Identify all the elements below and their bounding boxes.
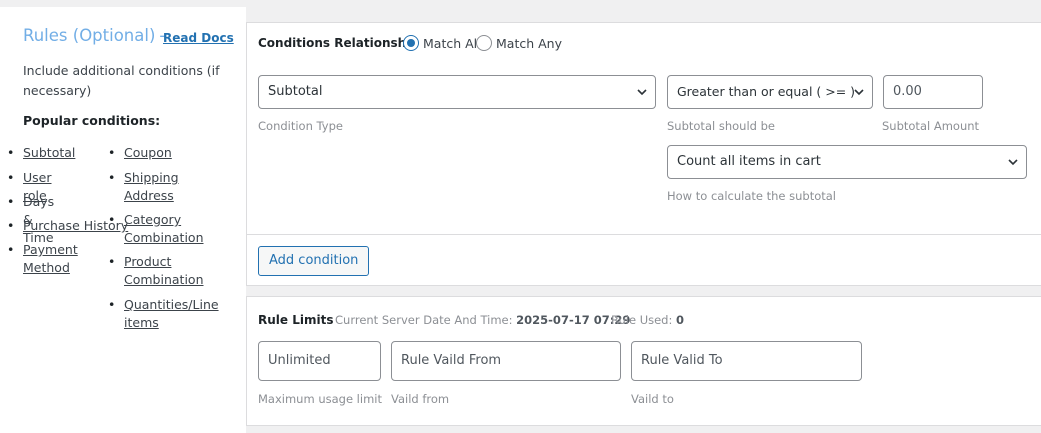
server-time: Current Server Date And Time: 2025-07-17…	[335, 313, 631, 327]
list-item: • Category Combination	[108, 212, 204, 245]
condition-link-quantities[interactable]: Quantities/Line items	[124, 297, 219, 330]
subtotal-calculation-hint: How to calculate the subtotal	[667, 189, 837, 203]
add-condition-button[interactable]: Add condition	[258, 246, 370, 276]
condition-type-hint: Condition Type	[258, 119, 343, 133]
valid-to-input[interactable]: Rule Valid To	[631, 341, 862, 381]
valid-to-hint: Vaild to	[631, 392, 674, 406]
condition-link-category-combination[interactable]: Category Combination	[124, 212, 204, 245]
condition-link-payment-method[interactable]: Payment Method	[23, 242, 78, 275]
operator-select[interactable]: Greater than or equal ( >= )	[667, 75, 873, 109]
match-all-label[interactable]: Match All	[423, 36, 481, 51]
condition-link-subtotal[interactable]: Subtotal	[23, 145, 75, 160]
condition-link-coupon[interactable]: Coupon	[124, 145, 172, 160]
conditions-panel: Conditions Relationship Match All Match …	[246, 22, 1041, 286]
operator-hint: Subtotal should be	[667, 119, 775, 133]
top-strip	[0, 0, 1041, 7]
rule-used: Rule Used: 0	[611, 313, 685, 327]
condition-type-select[interactable]: Subtotal	[258, 75, 656, 109]
max-usage-hint: Maximum usage limit	[258, 392, 382, 406]
valid-from-input[interactable]: Rule Vaild From	[391, 341, 621, 381]
match-any-radio[interactable]	[476, 35, 492, 51]
chevron-down-icon	[1008, 159, 1018, 166]
subtotal-calculation-select[interactable]: Count all items in cart	[667, 145, 1027, 179]
chevron-down-icon	[637, 89, 647, 96]
list-item: • Coupon	[108, 145, 172, 160]
read-docs-link[interactable]: Read Docs	[163, 31, 234, 45]
rules-description: Include additional conditions (if necess…	[23, 63, 220, 98]
conditions-relationship-label: Conditions Relationship	[258, 36, 419, 50]
subtotal-amount-input[interactable]: 0.00	[883, 75, 983, 109]
popular-conditions-heading: Popular conditions:	[23, 113, 161, 128]
list-item: • Purchase History	[7, 218, 129, 233]
max-usage-input[interactable]: Unlimited	[258, 341, 381, 381]
condition-link-product-combination[interactable]: Product Combination	[124, 254, 204, 287]
condition-link-shipping-address[interactable]: Shipping Address	[124, 170, 179, 203]
match-any-label[interactable]: Match Any	[496, 36, 562, 51]
list-item: • Quantities/Line items	[108, 297, 219, 330]
subtotal-amount-hint: Subtotal Amount	[882, 119, 980, 133]
chevron-down-icon	[854, 89, 864, 96]
valid-from-hint: Vaild from	[391, 392, 450, 406]
rules-title: Rules (Optional) -	[23, 26, 166, 45]
list-item: • Subtotal	[7, 145, 76, 160]
list-item: • Payment Method	[7, 242, 78, 275]
list-item: • Product Combination	[108, 254, 204, 287]
list-item: • Shipping Address	[108, 170, 179, 203]
divider	[247, 234, 1041, 235]
match-all-radio[interactable]	[403, 35, 419, 51]
rule-limits-panel: Rule Limits Current Server Date And Time…	[246, 296, 1041, 426]
rule-limits-label: Rule Limits	[258, 313, 334, 327]
